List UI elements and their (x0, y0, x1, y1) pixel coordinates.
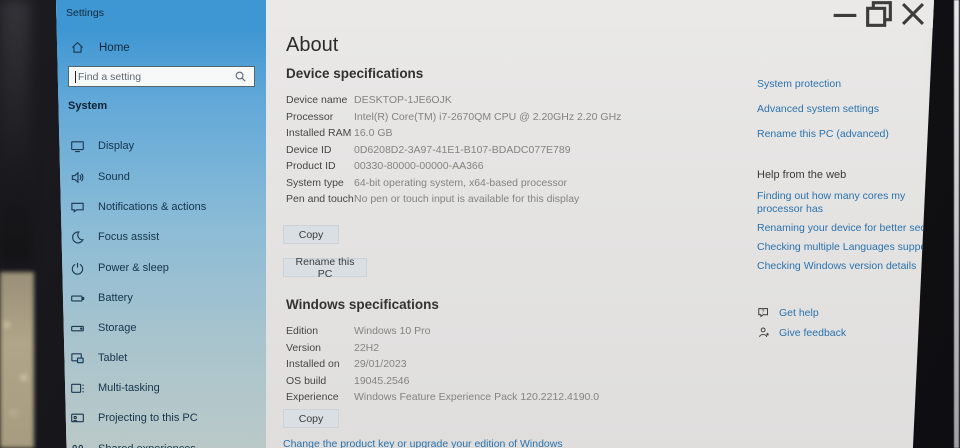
give-feedback-row[interactable]: Give feedback (757, 326, 846, 340)
svg-text:?: ? (762, 310, 765, 316)
windows-specs-heading: Windows specifications (286, 297, 439, 312)
help-link-renaming[interactable]: Renaming your device for better security (757, 222, 934, 235)
sidebar-item-sound[interactable]: Sound (70, 167, 130, 187)
home-icon (70, 40, 85, 55)
help-link-languages[interactable]: Checking multiple Languages support (757, 241, 934, 254)
sidebar-item-display[interactable]: Display (70, 136, 134, 156)
sidebar-item-label: Sound (98, 171, 130, 183)
table-row: Installed on 29/01/2023 (286, 358, 407, 370)
sidebar-item-home[interactable]: Home (70, 40, 130, 55)
shared-experiences-icon (70, 442, 85, 448)
close-button[interactable] (896, 0, 930, 28)
projecting-icon (70, 411, 85, 426)
battery-icon (70, 291, 85, 306)
photo-background: Settings Home Find a setting System Disp… (0, 0, 960, 448)
table-row: OS build 19045.2546 (286, 374, 410, 387)
change-product-key-link[interactable]: Change the product key or upgrade your e… (283, 438, 563, 448)
rename-pc-advanced-link[interactable]: Rename this PC (advanced) (757, 128, 889, 141)
device-specs-table: Device name DESKTOP-1JE6OJK Processor Inte… (286, 94, 676, 210)
table-row: System type 64-bit operating system, x64-… (286, 176, 568, 189)
table-row: Product ID 00330-80000-00000-AA366 (286, 160, 484, 172)
device-specs-heading: Device specifications (286, 66, 424, 81)
sidebar: Home System Display Sound (56, 28, 266, 448)
settings-window: Settings Home Find a setting System Disp… (56, 0, 934, 448)
text-caret (75, 70, 76, 83)
sidebar-item-tablet[interactable]: Tablet (70, 348, 127, 368)
table-row: Installed RAM 16.0 GB (286, 127, 393, 139)
get-help-link[interactable]: Get help (779, 307, 819, 320)
sidebar-item-power-sleep[interactable]: Power & sleep (70, 258, 169, 278)
title-bar: Settings (56, 0, 934, 28)
sidebar-item-label: Shared experiences (98, 443, 196, 448)
sidebar-item-projecting[interactable]: Projecting to this PC (70, 408, 198, 428)
help-links: Finding out how many cores my processor … (757, 190, 934, 279)
sound-icon (70, 170, 85, 185)
background-blur (0, 0, 30, 260)
advanced-system-settings-link[interactable]: Advanced system settings (757, 103, 879, 116)
system-protection-link[interactable]: System protection (757, 78, 841, 91)
sidebar-item-focus-assist[interactable]: Focus assist (70, 227, 159, 247)
storage-icon (70, 321, 85, 336)
display-icon (70, 139, 85, 154)
multitasking-icon (70, 381, 85, 396)
laptop-lid-edge (954, 0, 959, 448)
sidebar-item-label: Multi-tasking (98, 382, 160, 394)
rename-pc-button[interactable]: Rename this PC (283, 256, 367, 280)
search-icon[interactable] (233, 69, 248, 84)
sidebar-item-label: Display (98, 140, 135, 152)
give-feedback-icon (757, 326, 771, 340)
help-from-web-heading: Help from the web (757, 169, 847, 181)
carpet-floor (0, 272, 34, 448)
window-controls (828, 0, 930, 28)
restore-button[interactable] (862, 0, 896, 28)
sidebar-item-label: Projecting to this PC (98, 412, 198, 424)
sidebar-item-label: Power & sleep (98, 262, 169, 274)
sidebar-item-battery[interactable]: Battery (70, 288, 133, 308)
sidebar-item-storage[interactable]: Storage (70, 318, 137, 338)
help-link-version[interactable]: Checking Windows version details (757, 260, 934, 273)
copy-device-specs-button[interactable]: Copy (283, 225, 339, 244)
sidebar-section-label: System (68, 100, 108, 112)
tablet-icon (70, 351, 85, 366)
table-row: Pen and touch No pen or touch input is av… (286, 193, 580, 205)
sidebar-item-notifications[interactable]: Notifications & actions (70, 197, 206, 217)
help-link-cores[interactable]: Finding out how many cores my processor … (757, 190, 934, 216)
sidebar-item-label: Notifications & actions (98, 201, 207, 213)
table-row: Version 22H2 (286, 341, 380, 354)
sidebar-home-label: Home (99, 41, 130, 54)
table-row: Processor Intel(R) Core(TM) i7-2670QM CPU… (286, 110, 622, 123)
copy-windows-specs-button[interactable]: Copy (283, 409, 339, 428)
get-help-row[interactable]: ? Get help (757, 306, 819, 320)
table-row: Experience Windows Feature Experience Pac… (286, 391, 600, 403)
window-title: Settings (66, 7, 104, 19)
notifications-icon (70, 200, 85, 215)
sidebar-item-label: Focus assist (98, 231, 160, 243)
sidebar-item-shared-experiences[interactable]: Shared experiences (70, 439, 196, 448)
table-row: Device ID 0D6208D2-3A97-41E1-B107-BDADC07… (286, 143, 571, 156)
power-sleep-icon (70, 261, 85, 276)
minimize-button[interactable] (828, 0, 862, 28)
page-title: About (286, 34, 339, 56)
sidebar-item-multitasking[interactable]: Multi-tasking (70, 378, 160, 398)
sidebar-item-label: Tablet (98, 352, 128, 364)
sidebar-item-label: Battery (98, 292, 133, 304)
get-help-icon: ? (757, 306, 771, 320)
give-feedback-link[interactable]: Give feedback (779, 327, 846, 340)
windows-specs-table: Edition Windows 10 Pro Version 22H2 Instal… (286, 325, 676, 408)
search-box[interactable] (68, 66, 255, 87)
search-input[interactable] (78, 70, 233, 83)
table-row: Device name DESKTOP-1JE6OJK (286, 94, 452, 106)
table-row: Edition Windows 10 Pro (286, 325, 431, 337)
focus-assist-icon (70, 230, 85, 245)
sidebar-item-label: Storage (98, 322, 137, 334)
